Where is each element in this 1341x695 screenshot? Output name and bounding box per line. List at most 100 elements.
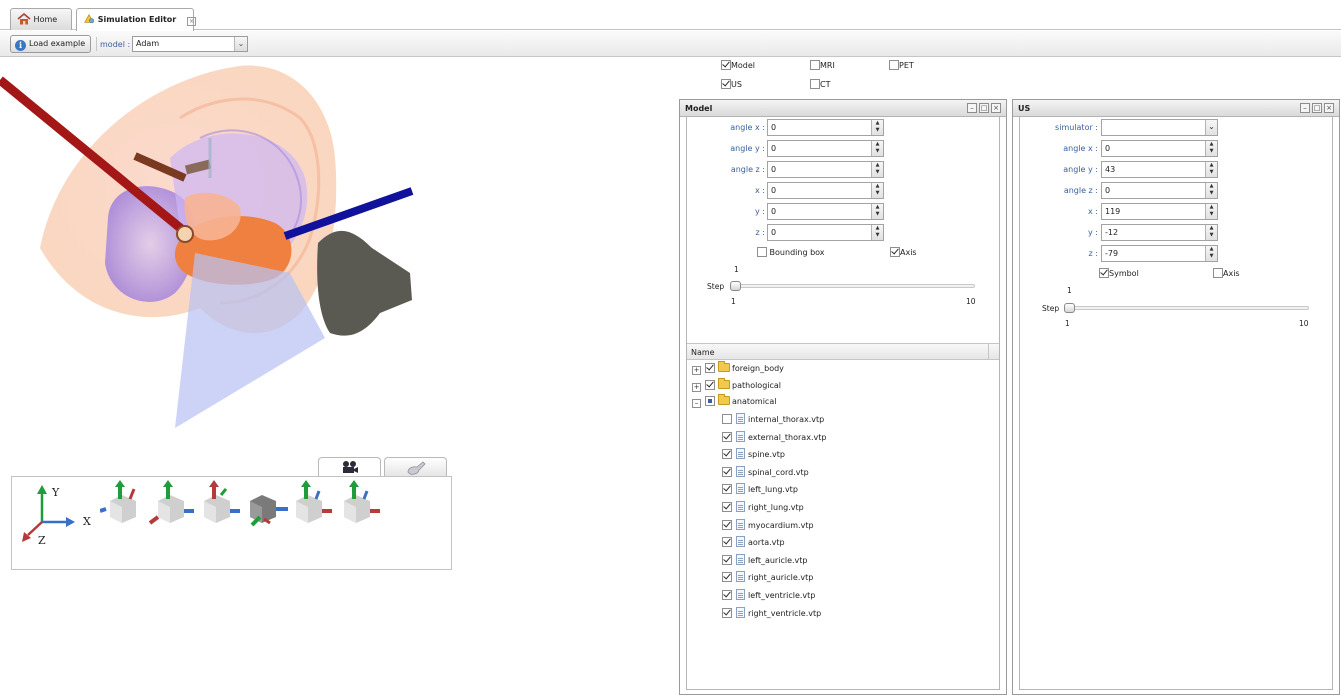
view-left-button[interactable]	[204, 480, 240, 523]
checkbox[interactable]	[810, 79, 820, 89]
step-slider-track[interactable]	[731, 284, 975, 288]
us-axis-checkbox[interactable]: Axis	[1213, 268, 1240, 278]
checkbox[interactable]	[1099, 268, 1109, 278]
spinner-icon[interactable]: ▲ ▼	[871, 183, 883, 198]
checkbox[interactable]	[722, 519, 732, 530]
view-back-button[interactable]	[148, 480, 194, 525]
view-front-button[interactable]	[100, 480, 136, 523]
checkbox[interactable]	[705, 396, 715, 406]
view-right-button[interactable]	[250, 495, 288, 527]
load-example-button[interactable]: i Load example	[10, 35, 92, 53]
spinner-icon[interactable]: ▲ ▼	[1205, 162, 1217, 177]
spinner-icon[interactable]: ▲ ▼	[871, 162, 883, 177]
us-angle-y-input[interactable]: 43 ▲ ▼	[1101, 161, 1218, 178]
collapse-icon[interactable]: –	[692, 399, 701, 408]
checkbox[interactable]	[722, 466, 732, 477]
checkbox[interactable]	[757, 247, 767, 257]
close-icon[interactable]: ×	[1324, 103, 1334, 113]
checkbox[interactable]	[889, 60, 899, 70]
model-angle-y-input[interactable]: 0 ▲ ▼	[767, 140, 884, 157]
us-step-slider-thumb[interactable]	[1064, 303, 1075, 313]
tree-file-item[interactable]: left_ventricle.vtp	[722, 589, 815, 605]
spinner-icon[interactable]: ▲ ▼	[1205, 204, 1217, 219]
3d-viewport[interactable]	[0, 58, 660, 458]
step-slider-thumb[interactable]	[730, 281, 741, 291]
checkbox[interactable]	[810, 60, 820, 70]
tree-file-item[interactable]: spine.vtp	[722, 448, 785, 464]
view-top-button[interactable]	[296, 480, 332, 523]
spinner-icon[interactable]: ▲ ▼	[1205, 225, 1217, 240]
us-symbol-checkbox[interactable]: Symbol	[1099, 268, 1139, 278]
checkbox[interactable]	[722, 572, 732, 583]
layer-model-checkbox[interactable]: Model	[721, 60, 755, 70]
model-axis-checkbox[interactable]: Axis	[890, 247, 917, 257]
layer-ct-checkbox[interactable]: CT	[810, 79, 830, 89]
model-angle-z-input[interactable]: 0 ▲ ▼	[767, 161, 884, 178]
bounding-box-checkbox[interactable]: Bounding box	[757, 247, 825, 257]
tree-file-item[interactable]: right_ventricle.vtp	[722, 606, 821, 623]
view-bottom-button[interactable]	[344, 480, 380, 523]
checkbox[interactable]	[721, 79, 731, 89]
maximize-icon[interactable]: □	[979, 103, 989, 113]
spinner-icon[interactable]: ▲ ▼	[871, 204, 883, 219]
us-angle-z-input[interactable]: 0 ▲ ▼	[1101, 182, 1218, 199]
maximize-icon[interactable]: □	[1312, 103, 1322, 113]
checkbox[interactable]	[722, 431, 732, 442]
checkbox[interactable]	[722, 537, 732, 548]
layer-mri-checkbox[interactable]: MRI	[810, 60, 835, 70]
model-x-input[interactable]: 0 ▲ ▼	[767, 182, 884, 199]
spinner-icon[interactable]: ▲ ▼	[1205, 183, 1217, 198]
tree-file-item[interactable]: internal_thorax.vtp	[722, 413, 824, 429]
checkbox[interactable]	[722, 502, 732, 512]
expand-icon[interactable]: +	[692, 383, 701, 392]
tree-file-item[interactable]: spinal_cord.vtp	[722, 465, 809, 482]
close-icon[interactable]: ×	[187, 17, 197, 26]
spinner-icon[interactable]: ▲ ▼	[1205, 141, 1217, 156]
spinner-icon[interactable]: ▲ ▼	[871, 120, 883, 135]
model-y-input[interactable]: 0 ▲ ▼	[767, 203, 884, 220]
us-simulator-select[interactable]: ⌄	[1101, 119, 1218, 136]
tree-group-anatomical[interactable]: – anatomical	[692, 394, 776, 412]
checkbox[interactable]	[722, 414, 732, 424]
checkbox[interactable]	[722, 449, 732, 460]
checkbox[interactable]	[721, 60, 731, 70]
model-z-input[interactable]: 0 ▲ ▼	[767, 224, 884, 241]
us-x-input[interactable]: 119 ▲ ▼	[1101, 203, 1218, 220]
tree-file-item[interactable]: aorta.vtp	[722, 536, 785, 552]
checkbox[interactable]	[705, 380, 715, 390]
checkbox[interactable]	[722, 554, 732, 565]
tab-probe[interactable]	[384, 457, 447, 477]
tab-home[interactable]: Home	[10, 8, 72, 30]
expand-icon[interactable]: +	[692, 366, 701, 375]
tree-file-item[interactable]: myocardium.vtp	[722, 518, 814, 535]
checkbox[interactable]	[1213, 268, 1223, 278]
model-select[interactable]: Adam ⌄	[132, 36, 248, 52]
us-z-input[interactable]: -79 ▲ ▼	[1101, 245, 1218, 262]
us-y-input[interactable]: -12 ▲ ▼	[1101, 224, 1218, 241]
tab-simulation-editor[interactable]: Simulation Editor ×	[76, 8, 197, 31]
tree-group-pathological[interactable]: + pathological	[692, 378, 781, 396]
checkbox[interactable]	[722, 607, 732, 618]
checkbox[interactable]	[705, 363, 715, 373]
layer-us-checkbox[interactable]: US	[721, 79, 742, 89]
tree-file-item[interactable]: right_auricle.vtp	[722, 571, 813, 587]
spinner-icon[interactable]: ▲ ▼	[1205, 246, 1217, 261]
minimize-icon[interactable]: –	[1300, 103, 1310, 113]
checkbox[interactable]	[722, 484, 732, 495]
layer-pet-checkbox[interactable]: PET	[889, 60, 914, 70]
tree-file-item[interactable]: external_thorax.vtp	[722, 430, 826, 447]
tree-file-item[interactable]: left_lung.vtp	[722, 483, 798, 499]
spinner-icon[interactable]: ▲ ▼	[871, 225, 883, 240]
us-step-slider-track[interactable]	[1065, 306, 1309, 310]
chevron-down-icon[interactable]: ⌄	[1205, 120, 1217, 135]
spinner-icon[interactable]: ▲ ▼	[871, 141, 883, 156]
minimize-icon[interactable]: –	[967, 103, 977, 113]
model-angle-x-input[interactable]: 0 ▲ ▼	[767, 119, 884, 136]
chevron-down-icon[interactable]: ⌄	[234, 37, 247, 51]
tree-header[interactable]: Name	[687, 343, 999, 360]
tab-camera[interactable]	[318, 457, 381, 477]
tree-group-foreign-body[interactable]: + foreign_body	[692, 361, 784, 379]
checkbox[interactable]	[722, 590, 732, 600]
tree-file-item[interactable]: left_auricle.vtp	[722, 553, 807, 570]
us-angle-x-input[interactable]: 0 ▲ ▼	[1101, 140, 1218, 157]
